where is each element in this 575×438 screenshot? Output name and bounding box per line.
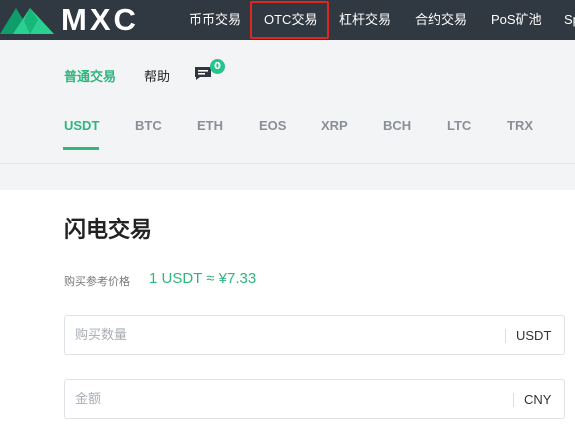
chat-badge: 0 [210, 59, 225, 74]
buy-quantity-field: USDT [64, 315, 565, 355]
buy-quantity-input[interactable] [75, 316, 495, 354]
nav-item-cutoff[interactable]: Sp [564, 0, 575, 40]
reference-price-label: 购买参考价格 [64, 275, 130, 288]
reference-price-value: 1 USDT ≈ ¥7.33 [149, 270, 257, 287]
buy-quantity-unit: USDT [516, 328, 552, 343]
active-tab-indicator [63, 147, 99, 150]
tab-eth[interactable]: ETH [197, 118, 223, 133]
tab-bch[interactable]: BCH [383, 118, 411, 133]
tab-btc[interactable]: BTC [135, 118, 162, 133]
tab-eos[interactable]: EOS [259, 118, 286, 133]
amount-field: CNY [64, 379, 565, 419]
tab-ltc[interactable]: LTC [447, 118, 471, 133]
logo-text: MXC [61, 2, 139, 37]
nav-margin-trading[interactable]: 杠杆交易 [339, 0, 391, 40]
nav-pos-pool[interactable]: PoS矿池 [491, 0, 542, 40]
mxc-logo-mark-icon [0, 8, 54, 34]
nav-spot-trading[interactable]: 币币交易 [189, 0, 241, 40]
page-title: 闪电交易 [64, 218, 153, 243]
sub-navigation-area [0, 40, 575, 164]
amount-unit: CNY [524, 392, 552, 407]
amount-input[interactable] [75, 380, 495, 418]
subnav-help[interactable]: 帮助 [144, 66, 170, 85]
nav-otc-trading[interactable]: OTC交易 [250, 1, 330, 39]
divider [0, 163, 575, 164]
nav-contract-trading[interactable]: 合约交易 [415, 0, 467, 40]
field-separator [505, 329, 506, 343]
field-separator [513, 393, 514, 407]
subnav-normal-trading[interactable]: 普通交易 [64, 66, 116, 85]
tab-usdt[interactable]: USDT [64, 118, 99, 133]
tab-trx[interactable]: TRX [507, 118, 533, 133]
mxc-logo[interactable]: MXC [0, 0, 170, 40]
tab-xrp[interactable]: XRP [321, 118, 348, 133]
top-navigation-bar: MXC 币币交易 OTC交易 杠杆交易 合约交易 PoS矿池 Sp [0, 0, 575, 40]
